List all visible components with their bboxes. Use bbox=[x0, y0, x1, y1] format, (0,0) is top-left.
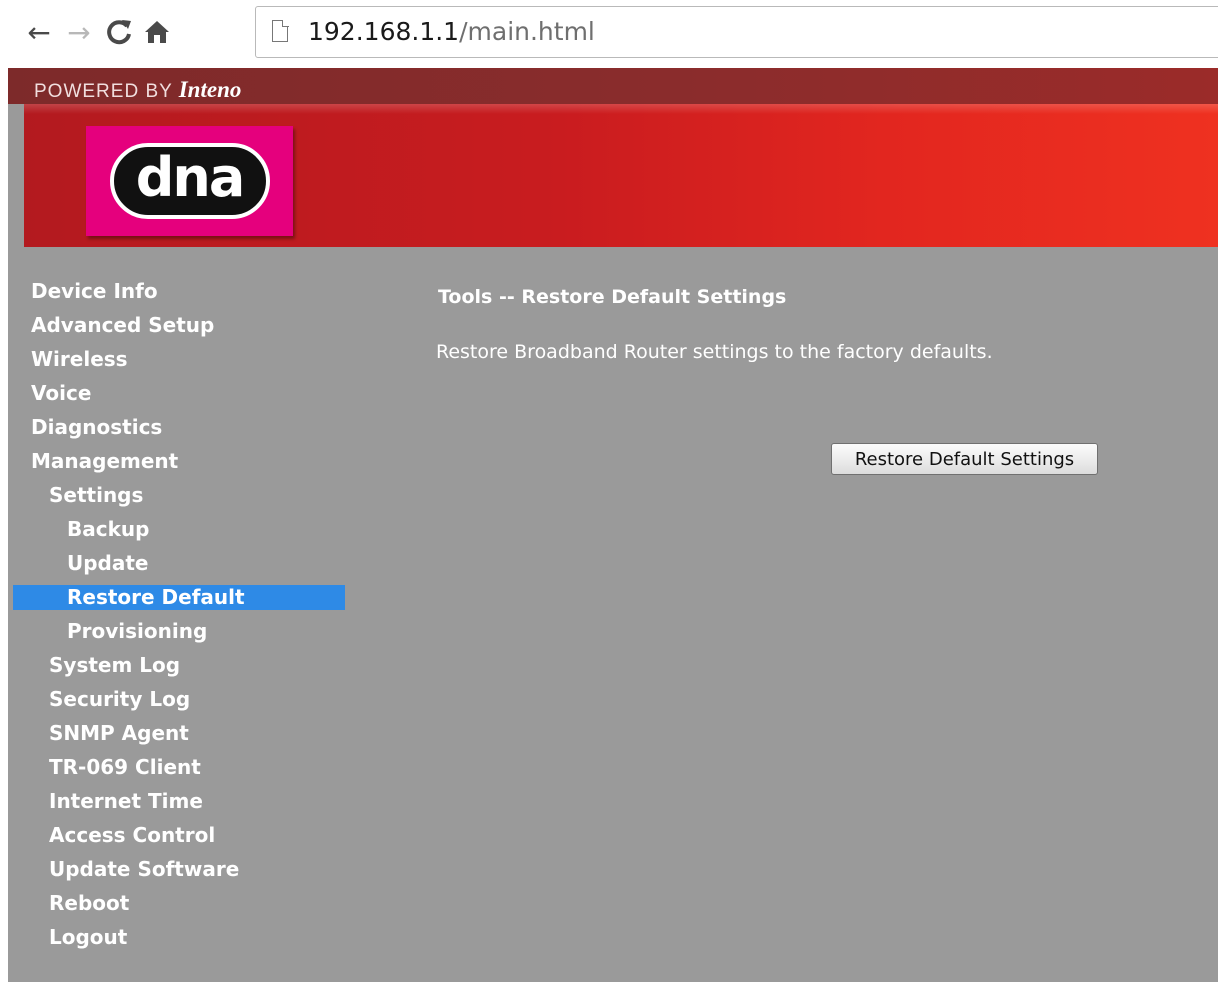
page-title: Tools -- Restore Default Settings bbox=[438, 286, 787, 308]
sidebar-item-access-control[interactable]: Access Control bbox=[8, 823, 348, 857]
url-host: 192.168.1.1 bbox=[308, 17, 460, 46]
router-page: POWERED BY Inteno dna Device Info Advanc… bbox=[8, 68, 1218, 982]
home-icon[interactable] bbox=[140, 12, 174, 52]
sidebar-item-device-info[interactable]: Device Info bbox=[8, 279, 348, 313]
url-path: /main.html bbox=[459, 17, 595, 46]
browser-window: ← → 192.168.1.1/main.html POWERED BY Int… bbox=[0, 0, 1218, 982]
sidebar-item-reboot[interactable]: Reboot bbox=[8, 891, 348, 925]
sidebar-item-tr069-client[interactable]: TR-069 Client bbox=[8, 755, 348, 789]
sidebar-item-advanced-setup[interactable]: Advanced Setup bbox=[8, 313, 348, 347]
back-arrow-icon[interactable]: ← bbox=[22, 12, 56, 52]
top-strip: POWERED BY Inteno bbox=[8, 68, 1218, 104]
address-bar[interactable]: 192.168.1.1/main.html bbox=[255, 6, 1218, 58]
reload-icon[interactable] bbox=[102, 12, 136, 52]
dna-logo: dna bbox=[86, 126, 293, 236]
sidebar-menu: Device Info Advanced Setup Wireless Voic… bbox=[8, 279, 348, 959]
sidebar-item-system-log[interactable]: System Log bbox=[8, 653, 348, 687]
brand-name: Inteno bbox=[178, 77, 242, 102]
sidebar-item-voice[interactable]: Voice bbox=[8, 381, 348, 415]
sidebar-item-update-software[interactable]: Update Software bbox=[8, 857, 348, 891]
sidebar-item-wireless[interactable]: Wireless bbox=[8, 347, 348, 381]
powered-by-text: POWERED BY bbox=[34, 81, 179, 102]
logo-pill: dna bbox=[109, 143, 270, 219]
reload-icon-graphic bbox=[107, 20, 131, 45]
page-description: Restore Broadband Router settings to the… bbox=[436, 341, 993, 363]
sidebar-item-management[interactable]: Management bbox=[8, 449, 348, 483]
page-icon bbox=[272, 19, 289, 42]
forward-arrow-icon[interactable]: → bbox=[62, 12, 96, 52]
home-icon-graphic bbox=[145, 21, 169, 43]
sidebar-item-backup[interactable]: Backup bbox=[8, 517, 348, 551]
sidebar-item-provisioning[interactable]: Provisioning bbox=[8, 619, 348, 653]
sidebar-item-logout[interactable]: Logout bbox=[8, 925, 348, 959]
sidebar-item-update[interactable]: Update bbox=[8, 551, 348, 585]
sidebar-item-settings[interactable]: Settings bbox=[8, 483, 348, 517]
logo-text: dna bbox=[135, 146, 246, 209]
sidebar-item-security-log[interactable]: Security Log bbox=[8, 687, 348, 721]
sidebar-item-snmp-agent[interactable]: SNMP Agent bbox=[8, 721, 348, 755]
banner-highlight bbox=[24, 104, 1218, 114]
browser-toolbar: ← → 192.168.1.1/main.html bbox=[0, 0, 1218, 68]
header: POWERED BY Inteno dna bbox=[8, 68, 1218, 248]
sidebar-item-diagnostics[interactable]: Diagnostics bbox=[8, 415, 348, 449]
sidebar-item-internet-time[interactable]: Internet Time bbox=[8, 789, 348, 823]
sidebar-item-restore-default[interactable]: Restore Default bbox=[13, 585, 345, 610]
url-text[interactable]: 192.168.1.1/main.html bbox=[308, 16, 595, 48]
powered-by-label: POWERED BY Inteno bbox=[34, 77, 241, 103]
restore-default-settings-button[interactable]: Restore Default Settings bbox=[831, 443, 1098, 475]
